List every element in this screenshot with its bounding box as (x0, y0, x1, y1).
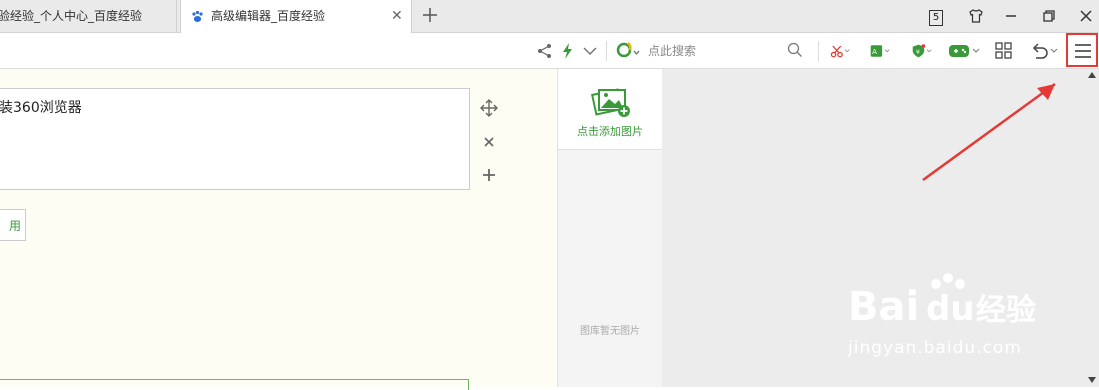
apps-grid-icon[interactable] (994, 41, 1014, 61)
scissors-icon[interactable] (830, 41, 850, 61)
translate-icon[interactable]: A (870, 41, 890, 61)
new-tab-icon[interactable] (420, 5, 440, 25)
scroll-down-arrow[interactable] (1088, 377, 1096, 383)
shirt-icon (969, 9, 983, 23)
toolbar-divider (818, 41, 819, 61)
add-image-icon (591, 88, 630, 117)
add-icon[interactable] (480, 166, 498, 184)
close-window-button[interactable] (1068, 0, 1099, 32)
shield-icon[interactable]: ¥ (912, 41, 932, 61)
skin-button[interactable] (958, 0, 994, 32)
next-step-editor-border (0, 379, 469, 390)
share-icon[interactable] (535, 41, 555, 61)
tab-bar: 验经验_个人中心_百度经验 高级编辑器_百度经验 ✕ 5 (0, 0, 1099, 33)
search-icon[interactable] (787, 42, 803, 58)
tab-count-button[interactable]: 5 (918, 0, 954, 32)
restore-icon (1043, 10, 1055, 22)
scroll-up-arrow[interactable] (1088, 72, 1096, 78)
menu-highlight-box (1066, 33, 1098, 67)
tab-personal-center[interactable]: 验经验_个人中心_百度经验 (0, 0, 177, 32)
editor-text: 装360浏览器 (0, 100, 82, 116)
editor-pane: 装360浏览器 用 (0, 69, 556, 390)
annotation-arrow (922, 82, 1056, 182)
browser-toolbar: 点此搜索 A ¥ (0, 33, 1099, 69)
add-image-button[interactable]: 点击添加图片 (558, 69, 662, 150)
search-box[interactable]: 点此搜索 (612, 37, 812, 63)
close-icon[interactable]: ✕ (391, 0, 403, 32)
svg-text:Bai: Bai (848, 284, 919, 330)
tab-label: 高级编辑器_百度经验 (211, 9, 326, 23)
baidu-watermark: Bai du 经验 jingyan.baidu.com (848, 270, 1048, 370)
tab-label: 验经验_个人中心_百度经验 (0, 9, 143, 23)
restore-button[interactable] (1031, 0, 1067, 32)
svg-text:¥: ¥ (916, 48, 920, 56)
tab-advanced-editor[interactable]: 高级编辑器_百度经验 ✕ (180, 0, 412, 33)
svg-text:A: A (872, 47, 877, 56)
use-button[interactable]: 用 (0, 209, 26, 241)
add-image-label: 点击添加图片 (577, 125, 643, 138)
gamepad-icon[interactable] (948, 41, 980, 61)
baidu-paw-icon (192, 10, 203, 22)
delete-icon[interactable] (480, 133, 498, 151)
close-window-icon (1080, 10, 1092, 22)
baidu-logo: Bai du 经验 (848, 273, 1036, 330)
svg-text:du: du (926, 289, 975, 329)
toolbar-divider (606, 41, 607, 61)
lightning-icon[interactable] (558, 41, 578, 61)
undo-icon[interactable] (1030, 41, 1058, 61)
minimize-icon (1006, 15, 1016, 17)
watermark-url: jingyan.baidu.com (848, 338, 1022, 358)
step-text-editor[interactable]: 装360浏览器 (0, 88, 470, 190)
chevron-down-icon[interactable] (580, 41, 600, 61)
image-gallery: 点击添加图片 图库暂无图片 (557, 69, 663, 387)
svg-text:经验: 经验 (976, 293, 1036, 328)
search-engine-icon[interactable] (616, 41, 642, 59)
gallery-empty-label: 图库暂无图片 (580, 326, 640, 337)
tab-count-badge: 5 (929, 10, 943, 26)
minimize-button[interactable] (993, 0, 1029, 32)
move-icon[interactable] (480, 99, 498, 117)
search-input[interactable]: 点此搜索 (648, 42, 696, 59)
